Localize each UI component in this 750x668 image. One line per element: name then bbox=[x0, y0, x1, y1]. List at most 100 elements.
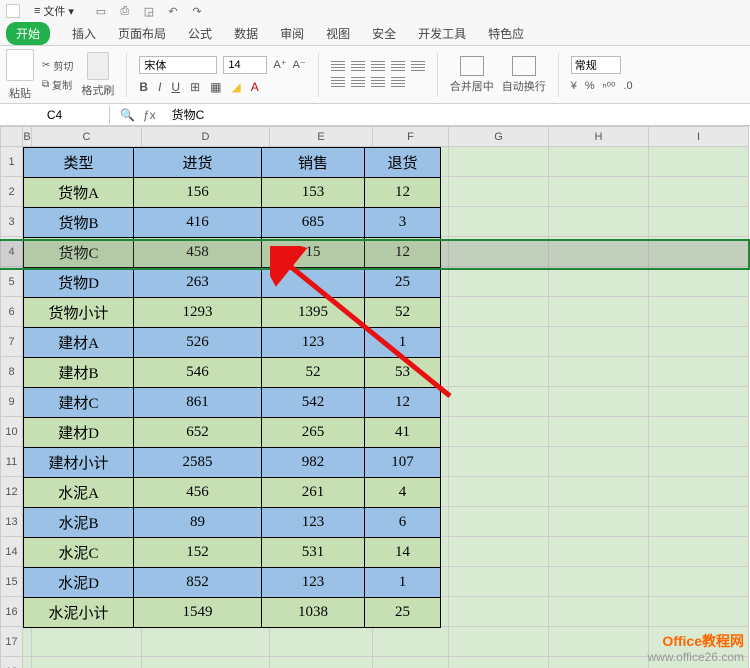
table-cell[interactable]: 建材B bbox=[24, 358, 134, 388]
col-header-H[interactable]: H bbox=[549, 127, 649, 147]
table-cell[interactable]: 15 bbox=[262, 238, 365, 268]
cell-C17[interactable] bbox=[32, 627, 142, 657]
row-header-6[interactable]: 6 bbox=[1, 297, 23, 327]
cell-I9[interactable] bbox=[649, 387, 749, 417]
cell-I12[interactable] bbox=[649, 477, 749, 507]
table-header[interactable]: 销售 bbox=[262, 148, 365, 178]
tab-review[interactable]: 审阅 bbox=[280, 25, 304, 42]
table-cell[interactable]: 货物小计 bbox=[24, 298, 134, 328]
table-cell[interactable]: 685 bbox=[262, 208, 365, 238]
cell-G17[interactable] bbox=[449, 627, 549, 657]
row-header-12[interactable]: 12 bbox=[1, 477, 23, 507]
cell-I14[interactable] bbox=[649, 537, 749, 567]
cell-C18[interactable] bbox=[32, 657, 142, 668]
cell-H13[interactable] bbox=[549, 507, 649, 537]
col-header-F[interactable]: F bbox=[373, 127, 449, 147]
select-all-corner[interactable] bbox=[1, 127, 23, 147]
table-cell[interactable]: 建材C bbox=[24, 388, 134, 418]
cell-H6[interactable] bbox=[549, 297, 649, 327]
table-cell[interactable]: 53 bbox=[365, 358, 441, 388]
table-cell[interactable]: 3 bbox=[365, 208, 441, 238]
tab-insert[interactable]: 插入 bbox=[72, 25, 96, 42]
bold-button[interactable]: B bbox=[139, 80, 148, 94]
qat-save-icon[interactable]: ▭ bbox=[94, 4, 108, 18]
cell-G13[interactable] bbox=[449, 507, 549, 537]
table-cell[interactable]: 6 bbox=[365, 508, 441, 538]
table-cell[interactable]: 水泥D bbox=[24, 568, 134, 598]
cell-G10[interactable] bbox=[449, 417, 549, 447]
qat-redo-icon[interactable]: ↷ bbox=[190, 4, 204, 18]
align-top-icon[interactable] bbox=[331, 61, 345, 73]
tab-layout[interactable]: 页面布局 bbox=[118, 25, 166, 42]
col-header-G[interactable]: G bbox=[449, 127, 549, 147]
cell-I5[interactable] bbox=[649, 267, 749, 297]
col-header-C[interactable]: C bbox=[32, 127, 142, 147]
tab-view[interactable]: 视图 bbox=[326, 25, 350, 42]
tab-start[interactable]: 开始 bbox=[6, 22, 50, 45]
cell-D18[interactable] bbox=[142, 657, 270, 668]
cell-H16[interactable] bbox=[549, 597, 649, 627]
align-middle-icon[interactable] bbox=[351, 61, 365, 73]
strike-button[interactable]: ⊞ bbox=[190, 80, 200, 94]
underline-button[interactable]: U bbox=[171, 80, 180, 94]
row-header-7[interactable]: 7 bbox=[1, 327, 23, 357]
cell-G6[interactable] bbox=[449, 297, 549, 327]
cell-E17[interactable] bbox=[270, 627, 373, 657]
table-cell[interactable]: 12 bbox=[365, 388, 441, 418]
number-format-select[interactable] bbox=[571, 56, 621, 74]
cut-button[interactable]: ✂ 剪切 bbox=[42, 58, 73, 73]
table-cell[interactable]: 458 bbox=[134, 238, 262, 268]
table-cell[interactable] bbox=[262, 268, 365, 298]
qat-undo-icon[interactable]: ↶ bbox=[166, 4, 180, 18]
cell-I3[interactable] bbox=[649, 207, 749, 237]
table-cell[interactable]: 982 bbox=[262, 448, 365, 478]
table-cell[interactable]: 89 bbox=[134, 508, 262, 538]
cell-H5[interactable] bbox=[549, 267, 649, 297]
row-header-13[interactable]: 13 bbox=[1, 507, 23, 537]
align-center-icon[interactable] bbox=[351, 77, 365, 89]
cell-H15[interactable] bbox=[549, 567, 649, 597]
table-cell[interactable]: 1395 bbox=[262, 298, 365, 328]
cell-G8[interactable] bbox=[449, 357, 549, 387]
wrap-text-button[interactable] bbox=[512, 56, 536, 76]
table-header[interactable]: 类型 bbox=[24, 148, 134, 178]
cell-G1[interactable] bbox=[449, 147, 549, 177]
table-cell[interactable]: 852 bbox=[134, 568, 262, 598]
cell-B18[interactable] bbox=[23, 657, 32, 668]
cell-I10[interactable] bbox=[649, 417, 749, 447]
cell-H4[interactable] bbox=[549, 237, 649, 267]
row-header-8[interactable]: 8 bbox=[1, 357, 23, 387]
paste-button[interactable] bbox=[6, 49, 34, 81]
table-cell[interactable]: 531 bbox=[262, 538, 365, 568]
table-cell[interactable]: 52 bbox=[365, 298, 441, 328]
cell-G16[interactable] bbox=[449, 597, 549, 627]
indent-inc-icon[interactable] bbox=[411, 61, 425, 73]
worksheet[interactable]: BCDEFGHI123456789101112131415161718 类型进货… bbox=[0, 126, 750, 668]
table-cell[interactable]: 526 bbox=[134, 328, 262, 358]
table-cell[interactable]: 1 bbox=[365, 328, 441, 358]
formula-input[interactable]: 货物C bbox=[166, 106, 211, 123]
cell-G5[interactable] bbox=[449, 267, 549, 297]
row-header-10[interactable]: 10 bbox=[1, 417, 23, 447]
table-cell[interactable]: 153 bbox=[262, 178, 365, 208]
cell-H10[interactable] bbox=[549, 417, 649, 447]
cell-H11[interactable] bbox=[549, 447, 649, 477]
cell-H9[interactable] bbox=[549, 387, 649, 417]
col-header-E[interactable]: E bbox=[270, 127, 373, 147]
merge-center-button[interactable] bbox=[460, 56, 484, 76]
row-header-15[interactable]: 15 bbox=[1, 567, 23, 597]
decrease-font-icon[interactable]: A⁻ bbox=[293, 58, 306, 71]
percent-icon[interactable]: % bbox=[585, 80, 595, 93]
row-header-17[interactable]: 17 bbox=[1, 627, 23, 657]
table-cell[interactable]: 4 bbox=[365, 478, 441, 508]
table-cell[interactable]: 263 bbox=[134, 268, 262, 298]
cell-I1[interactable] bbox=[649, 147, 749, 177]
fx-search-icon[interactable]: 🔍 bbox=[120, 108, 135, 122]
table-cell[interactable]: 861 bbox=[134, 388, 262, 418]
cell-G18[interactable] bbox=[449, 657, 549, 668]
file-menu[interactable]: ≡ 文件 ▾ bbox=[34, 3, 74, 19]
cell-G3[interactable] bbox=[449, 207, 549, 237]
table-cell[interactable]: 107 bbox=[365, 448, 441, 478]
table-cell[interactable]: 建材A bbox=[24, 328, 134, 358]
cell-I4[interactable] bbox=[649, 237, 749, 267]
